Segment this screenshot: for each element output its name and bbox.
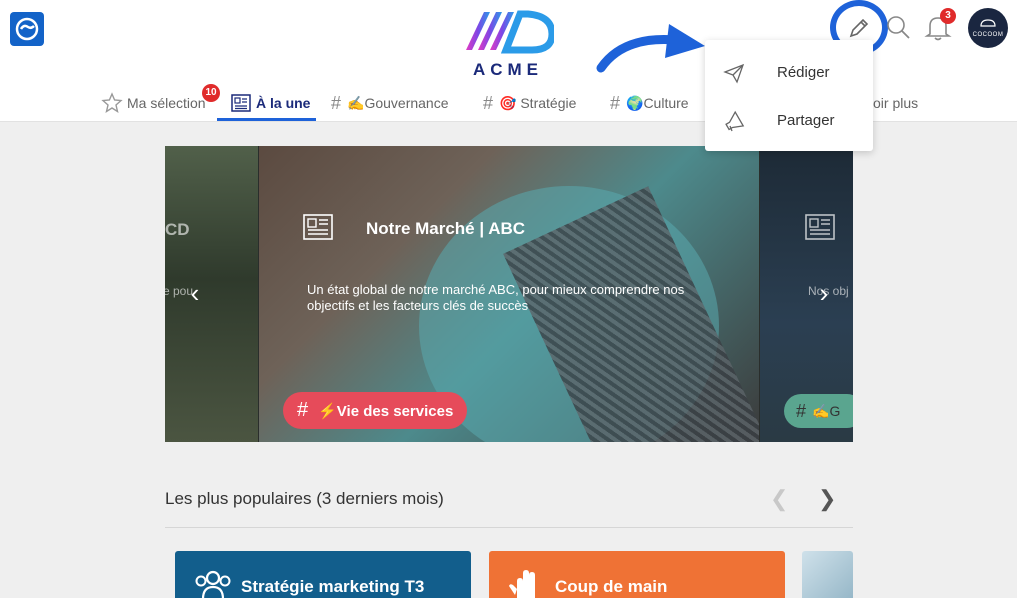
section-divider: [165, 527, 853, 528]
slide-tag-button[interactable]: # ✍️G: [784, 394, 853, 428]
carousel-slide-next[interactable]: Nos obj # ✍️G: [760, 146, 853, 442]
featured-carousel: CD e pou Notre Marché | ABC Un état glob…: [165, 146, 853, 442]
menu-item-label: Partager: [777, 111, 835, 129]
annotation-arrow-icon: [596, 24, 705, 73]
cocoom-logo-icon: [980, 19, 996, 27]
tab-ma-selection[interactable]: Ma sélection: [101, 84, 206, 122]
tab-gouvernance[interactable]: # ✍️Gouvernance: [331, 84, 449, 122]
brand-name: ACME: [472, 60, 544, 79]
hash-icon: #: [610, 92, 621, 113]
slide-description: Un état global de notre marché ABC, pour…: [307, 282, 685, 313]
popular-card[interactable]: [802, 551, 853, 598]
search-button[interactable]: [884, 13, 912, 41]
brand-mark-icon: [466, 10, 554, 54]
carousel-next-button[interactable]: ›: [812, 277, 836, 308]
group-icon: [195, 570, 231, 598]
tab-label: 🌍Culture: [626, 94, 689, 111]
tab-label: ✍️Gouvernance: [347, 94, 449, 111]
selection-badge: 10: [202, 84, 220, 102]
pencil-icon: [849, 18, 869, 37]
menu-item-rediger[interactable]: Rédiger: [705, 52, 873, 92]
tab-strategie[interactable]: # 🎯 Stratégie: [483, 84, 576, 122]
slide-title: CD: [165, 220, 190, 239]
slide-tag-button[interactable]: # ⚡Vie des services: [283, 392, 468, 429]
hash-icon: #: [297, 399, 309, 421]
article-icon: [303, 214, 333, 240]
tab-voir-plus[interactable]: oir plus: [873, 84, 918, 122]
card-title: Coup de main: [555, 577, 668, 596]
active-tab-indicator: [217, 118, 316, 121]
megaphone-icon: [725, 110, 745, 132]
hash-icon: #: [796, 400, 807, 421]
avatar[interactable]: COCOOM: [968, 8, 1008, 48]
chevron-left-icon: ‹: [190, 277, 200, 308]
tab-label: À la une: [256, 95, 311, 111]
notifications-badge: 3: [940, 8, 956, 24]
tab-label: Ma sélection: [127, 95, 206, 111]
slide-title: Notre Marché | ABC: [366, 219, 526, 238]
article-icon: [805, 214, 835, 240]
tag-label: ✍️G: [812, 402, 841, 419]
app-logo[interactable]: [10, 12, 44, 46]
brand-logo[interactable]: ACME: [458, 6, 558, 79]
chevron-left-icon: ❮: [770, 486, 789, 511]
star-icon: [101, 92, 123, 114]
newspaper-icon: [231, 94, 251, 112]
hash-icon: #: [331, 92, 342, 113]
menu-item-partager[interactable]: Partager: [705, 100, 873, 140]
tag-label: ⚡Vie des services: [318, 402, 454, 420]
section-title: Les plus populaires (3 derniers mois): [165, 489, 444, 508]
popular-card[interactable]: Stratégie marketing T3: [175, 551, 471, 598]
tab-label: 🎯 Stratégie: [499, 94, 577, 111]
search-icon: [887, 16, 910, 39]
menu-item-label: Rédiger: [777, 63, 830, 81]
chevron-right-icon: ›: [819, 277, 829, 308]
avatar-label: COCOOM: [972, 32, 1004, 38]
carousel-slide-previous[interactable]: CD e pou: [165, 146, 258, 442]
notifications-button[interactable]: 3: [924, 8, 956, 42]
tab-culture[interactable]: # 🌍Culture: [610, 84, 689, 122]
popular-next-button[interactable]: ❯: [818, 486, 836, 512]
popular-prev-button[interactable]: ❮: [770, 486, 788, 512]
app-logo-icon: [15, 17, 39, 41]
card-title: Stratégie marketing T3: [241, 577, 425, 596]
hand-icon: [509, 570, 535, 598]
chevron-right-icon: ❯: [818, 486, 837, 511]
hash-icon: #: [483, 92, 494, 113]
paper-plane-icon: [723, 63, 745, 84]
carousel-slide-current[interactable]: Notre Marché | ABC Un état global de not…: [259, 146, 759, 442]
tab-a-la-une[interactable]: À la une: [231, 84, 310, 122]
tab-label: oir plus: [873, 95, 919, 111]
popular-card[interactable]: Coup de main: [489, 551, 785, 598]
compose-dropdown-menu: Rédiger Partager: [705, 40, 873, 151]
carousel-prev-button[interactable]: ‹: [183, 277, 207, 308]
